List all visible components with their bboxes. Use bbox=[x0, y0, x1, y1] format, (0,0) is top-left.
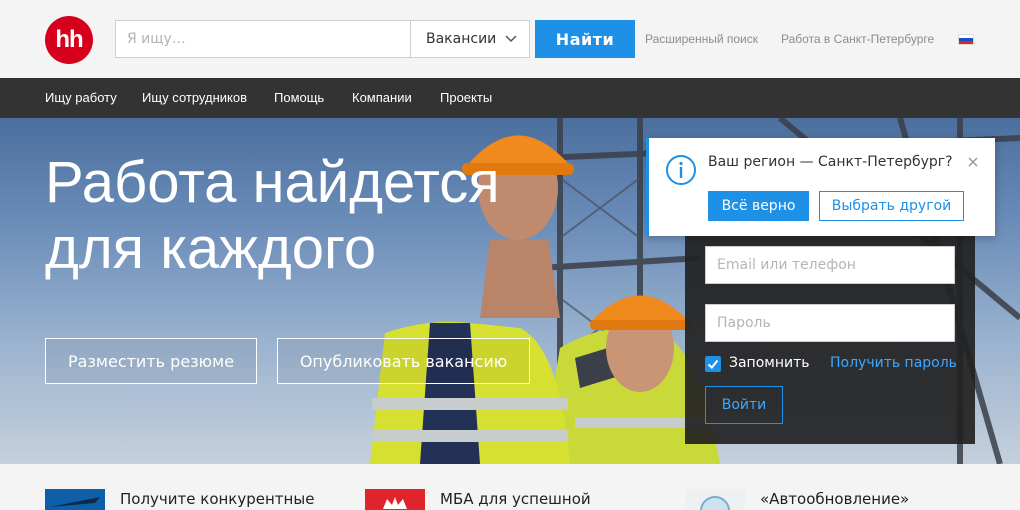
promo-thumb-1[interactable] bbox=[45, 489, 105, 510]
promo-item-1[interactable]: Получите конкурентные bbox=[120, 490, 314, 508]
password-field[interactable] bbox=[705, 304, 955, 342]
crown-icon bbox=[383, 497, 407, 509]
search-input[interactable] bbox=[115, 20, 411, 58]
promo-item-3[interactable]: «Автообновление» bbox=[760, 490, 909, 508]
promo-thumb-2[interactable] bbox=[365, 489, 425, 510]
post-vacancy-button[interactable]: Опубликовать вакансию bbox=[277, 338, 530, 384]
choose-other-region-button[interactable]: Выбрать другой bbox=[819, 191, 964, 221]
close-icon[interactable] bbox=[966, 155, 980, 169]
get-password-link[interactable]: Получить пароль bbox=[830, 355, 957, 371]
hero-title: Работа найдется для каждого bbox=[45, 150, 565, 282]
airplane-icon bbox=[50, 497, 100, 507]
login-button[interactable]: Войти bbox=[705, 386, 783, 424]
search-type-value: Вакансии bbox=[426, 31, 497, 47]
chevron-down-icon bbox=[505, 35, 517, 43]
russian-flag-icon[interactable] bbox=[958, 34, 974, 45]
info-icon bbox=[666, 155, 696, 185]
nav-item-find-job[interactable]: Ищу работу bbox=[45, 90, 117, 105]
remember-label[interactable]: Запомнить bbox=[729, 355, 810, 371]
hero-title-line2: для каждого bbox=[45, 216, 377, 281]
promo-strip: Получите конкурентные МБА для успешной «… bbox=[0, 464, 1020, 510]
refresh-icon bbox=[700, 496, 730, 510]
find-button[interactable]: Найти bbox=[535, 20, 635, 58]
top-header: hh Вакансии Найти Расширенный поиск Рабо… bbox=[0, 0, 1020, 78]
email-field[interactable] bbox=[705, 246, 955, 284]
promo-item-2[interactable]: МБА для успешной bbox=[440, 490, 591, 508]
search-type-select[interactable]: Вакансии bbox=[410, 20, 530, 58]
nav-item-help[interactable]: Помощь bbox=[274, 90, 324, 105]
hero-title-line1: Работа найдется bbox=[45, 150, 500, 215]
checkmark-icon bbox=[707, 359, 719, 369]
advanced-search-link[interactable]: Расширенный поиск bbox=[645, 32, 758, 46]
region-question: Ваш регион — Санкт-Петербург? bbox=[708, 154, 953, 170]
region-popup: Ваш регион — Санкт-Петербург? Всё верно … bbox=[646, 138, 995, 236]
hh-logo[interactable]: hh bbox=[45, 16, 93, 64]
promo-thumb-3[interactable] bbox=[685, 489, 745, 510]
login-panel: Запомнить Получить пароль Войти bbox=[685, 218, 975, 444]
nav-item-companies[interactable]: Компании bbox=[352, 90, 412, 105]
nav-item-find-employees[interactable]: Ищу сотрудников bbox=[142, 90, 247, 105]
main-nav: Ищу работу Ищу сотрудников Помощь Компан… bbox=[0, 78, 1020, 118]
city-jobs-link[interactable]: Работа в Санкт-Петербурге bbox=[781, 32, 934, 46]
nav-item-projects[interactable]: Проекты bbox=[440, 90, 492, 105]
confirm-region-button[interactable]: Всё верно bbox=[708, 191, 809, 221]
remember-checkbox[interactable] bbox=[705, 356, 721, 372]
post-resume-button[interactable]: Разместить резюме bbox=[45, 338, 257, 384]
